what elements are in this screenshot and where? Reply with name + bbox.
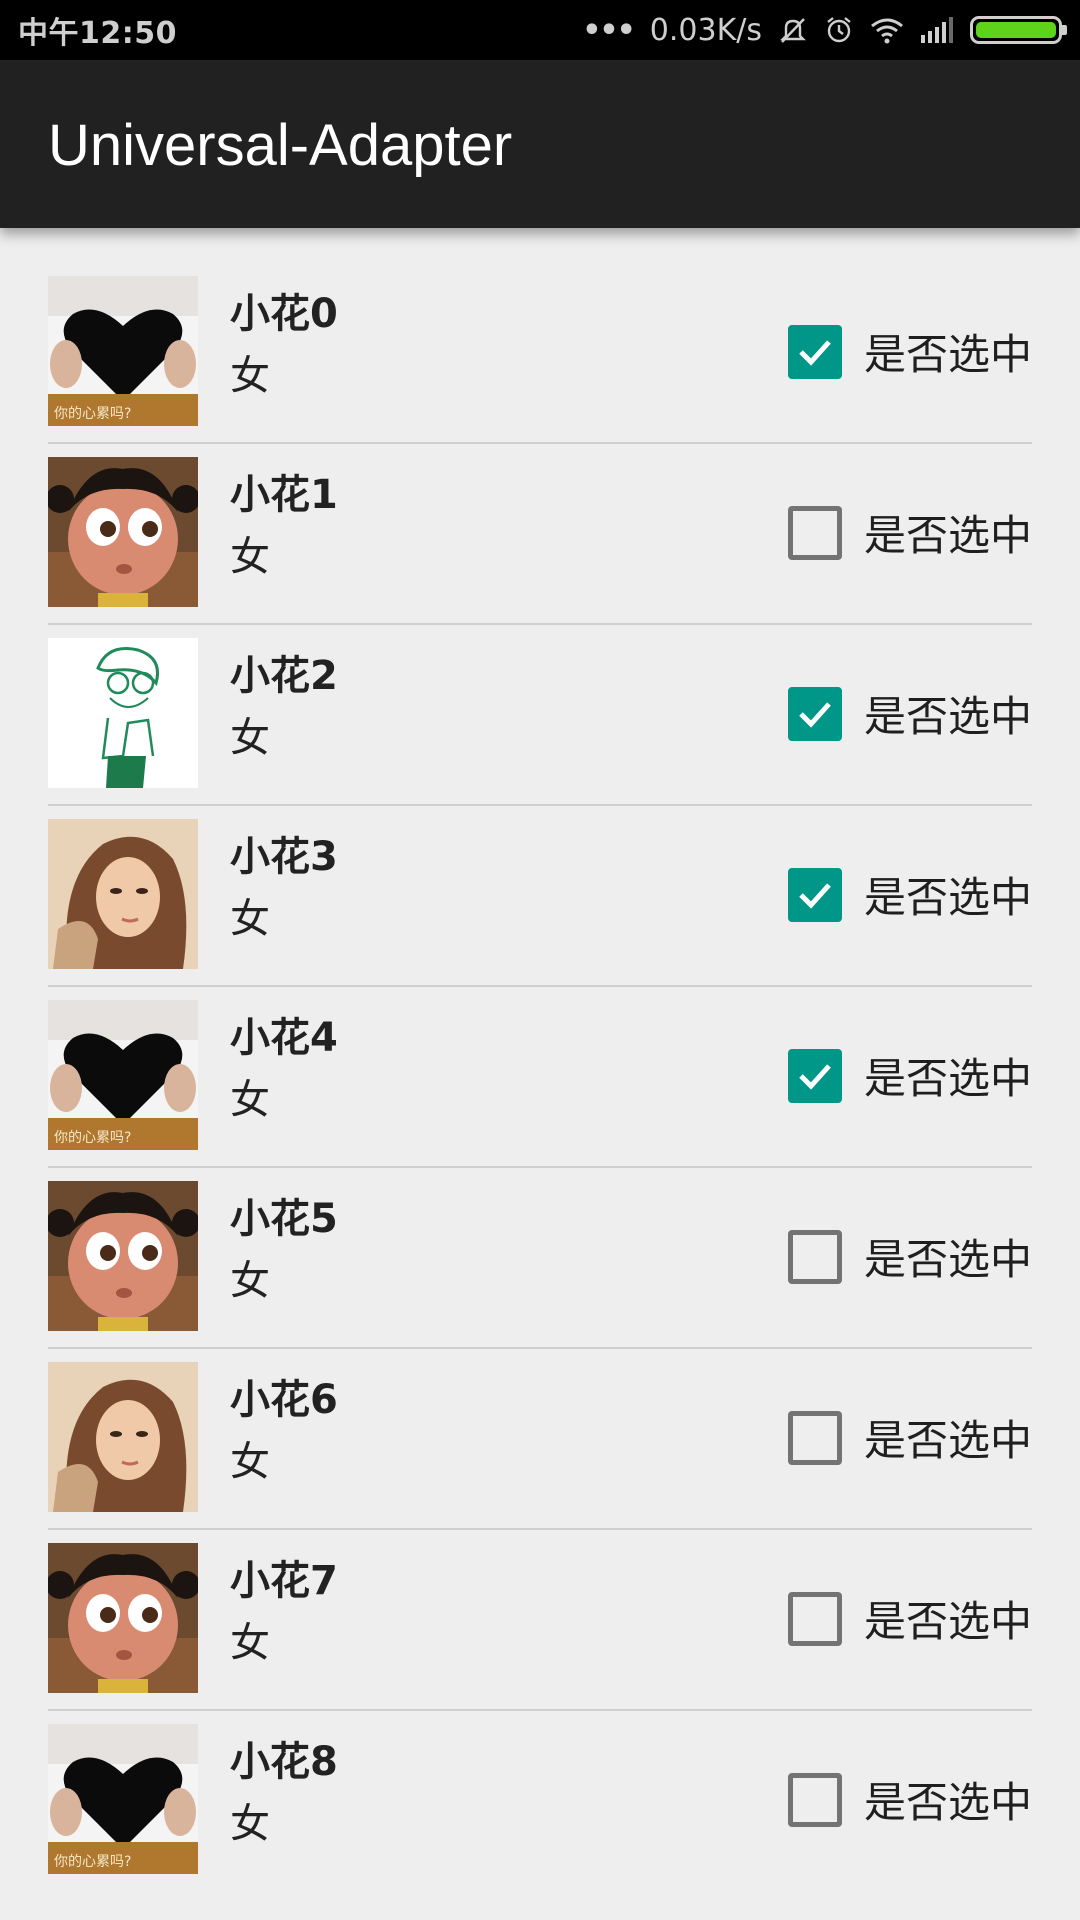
item-name: 小花1 bbox=[230, 472, 338, 518]
list-item-0[interactable]: 你的心累吗? 小花0 女 是否选中 bbox=[48, 263, 1032, 444]
list-item-4[interactable]: 你的心累吗? 小花4 女 是否选中 bbox=[48, 987, 1032, 1168]
item-name: 小花0 bbox=[230, 291, 338, 337]
select-checkbox-group[interactable]: 是否选中 bbox=[788, 1407, 1032, 1468]
select-checkbox[interactable] bbox=[788, 1229, 842, 1284]
select-checkbox-group[interactable]: 是否选中 bbox=[788, 864, 1032, 925]
item-gender: 女 bbox=[230, 1801, 270, 1847]
checkbox-label: 是否选中 bbox=[864, 330, 1033, 379]
status-dots: ••• bbox=[582, 12, 636, 48]
select-checkbox-group[interactable]: 是否选中 bbox=[788, 683, 1032, 744]
list-item-1[interactable]: 小花1 女 是否选中 bbox=[48, 444, 1032, 625]
avatar bbox=[48, 1543, 198, 1693]
item-name: 小花2 bbox=[230, 653, 338, 699]
checkbox-label: 是否选中 bbox=[864, 1054, 1033, 1103]
checkbox-label: 是否选中 bbox=[864, 692, 1033, 741]
item-gender: 女 bbox=[230, 896, 270, 942]
avatar bbox=[48, 638, 198, 788]
item-name: 小花4 bbox=[230, 1015, 338, 1061]
avatar bbox=[48, 819, 198, 969]
item-gender: 女 bbox=[230, 353, 270, 399]
avatar: 你的心累吗? bbox=[48, 276, 198, 426]
select-checkbox[interactable] bbox=[788, 686, 842, 741]
list-item-8[interactable]: 你的心累吗? 小花8 女 是否选中 bbox=[48, 1711, 1032, 1892]
select-checkbox-group[interactable]: 是否选中 bbox=[788, 321, 1032, 382]
status-bar: 中午12:50 ••• 0.03K/s bbox=[0, 0, 1080, 60]
avatar bbox=[48, 457, 198, 607]
wifi-icon bbox=[870, 16, 904, 44]
item-gender: 女 bbox=[230, 1620, 270, 1666]
list-item-7[interactable]: 小花7 女 是否选中 bbox=[48, 1530, 1032, 1711]
app-bar: Universal-Adapter bbox=[0, 60, 1080, 228]
avatar bbox=[48, 1362, 198, 1512]
list-item-6[interactable]: 小花6 女 是否选中 bbox=[48, 1349, 1032, 1530]
checkbox-label: 是否选中 bbox=[864, 1416, 1033, 1465]
select-checkbox[interactable] bbox=[788, 1772, 842, 1827]
item-gender: 女 bbox=[230, 1077, 270, 1123]
select-checkbox[interactable] bbox=[788, 1591, 842, 1646]
select-checkbox-group[interactable]: 是否选中 bbox=[788, 1769, 1032, 1830]
checkbox-label: 是否选中 bbox=[864, 1597, 1033, 1646]
select-checkbox[interactable] bbox=[788, 867, 842, 922]
checkbox-label: 是否选中 bbox=[864, 1778, 1033, 1827]
list-item-3[interactable]: 小花3 女 是否选中 bbox=[48, 806, 1032, 987]
notification-muted-icon bbox=[778, 15, 808, 45]
list-item-5[interactable]: 小花5 女 是否选中 bbox=[48, 1168, 1032, 1349]
avatar: 你的心累吗? bbox=[48, 1724, 198, 1874]
item-gender: 女 bbox=[230, 715, 270, 761]
item-gender: 女 bbox=[230, 1258, 270, 1304]
select-checkbox-group[interactable]: 是否选中 bbox=[788, 1588, 1032, 1649]
item-name: 小花3 bbox=[230, 834, 338, 880]
avatar: 你的心累吗? bbox=[48, 1000, 198, 1150]
select-checkbox-group[interactable]: 是否选中 bbox=[788, 1045, 1032, 1106]
item-name: 小花7 bbox=[230, 1558, 338, 1604]
svg-text:你的心累吗?: 你的心累吗? bbox=[54, 1854, 131, 1870]
select-checkbox[interactable] bbox=[788, 324, 842, 379]
checkmark-icon bbox=[799, 701, 831, 728]
status-icons: ••• 0.03K/s bbox=[582, 12, 1067, 48]
select-checkbox-group[interactable]: 是否选中 bbox=[788, 1226, 1032, 1287]
svg-text:你的心累吗?: 你的心累吗? bbox=[54, 1130, 131, 1146]
signal-icon bbox=[920, 17, 954, 43]
network-speed: 0.03K/s bbox=[649, 12, 762, 48]
list-item-2[interactable]: 小花2 女 是否选中 bbox=[48, 625, 1032, 806]
select-checkbox[interactable] bbox=[788, 1410, 842, 1465]
app-title: Universal-Adapter bbox=[48, 113, 513, 178]
item-gender: 女 bbox=[230, 1439, 270, 1485]
item-name: 小花5 bbox=[230, 1196, 338, 1242]
item-gender: 女 bbox=[230, 534, 270, 580]
item-name: 小花6 bbox=[230, 1377, 338, 1423]
status-time: 中午12:50 bbox=[18, 16, 177, 51]
checkbox-label: 是否选中 bbox=[864, 1235, 1033, 1284]
checkmark-icon bbox=[799, 1063, 831, 1090]
select-checkbox-group[interactable]: 是否选中 bbox=[788, 502, 1032, 563]
avatar bbox=[48, 1181, 198, 1331]
checkmark-icon bbox=[799, 339, 831, 366]
checkbox-label: 是否选中 bbox=[864, 511, 1033, 560]
alarm-icon bbox=[824, 15, 854, 45]
battery-icon bbox=[970, 16, 1067, 44]
checkbox-label: 是否选中 bbox=[864, 873, 1033, 922]
item-list[interactable]: 你的心累吗? 小花0 女 是否选中 小花1 女 是否选中 小花2 女 是否选中 … bbox=[48, 263, 1032, 1892]
item-name: 小花8 bbox=[230, 1739, 338, 1785]
select-checkbox[interactable] bbox=[788, 1048, 842, 1103]
checkmark-icon bbox=[799, 882, 831, 909]
svg-text:你的心累吗?: 你的心累吗? bbox=[54, 406, 131, 422]
select-checkbox[interactable] bbox=[788, 505, 842, 560]
battery-fill bbox=[976, 22, 1056, 38]
